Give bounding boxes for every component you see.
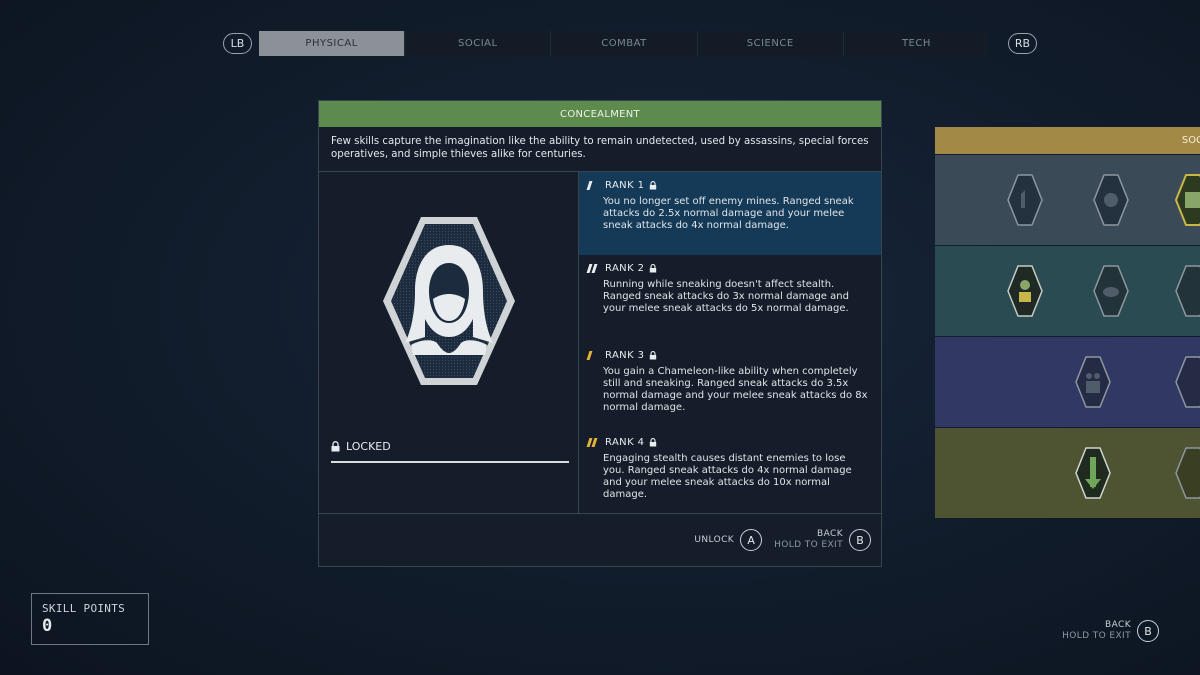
skill-node-icon[interactable]	[1175, 447, 1200, 499]
skill-description: Few skills capture the imagination like …	[319, 127, 881, 172]
back-label: BACK	[817, 529, 843, 539]
tab-science[interactable]: SCIENCE	[697, 31, 844, 56]
rank-pips	[586, 181, 600, 190]
rank-description: You gain a Chameleon-like ability when c…	[603, 366, 868, 413]
rank-1-item[interactable]: RANK 1 You no longer set off enemy mines…	[579, 172, 881, 255]
lock-icon	[650, 181, 657, 190]
rank-2-item[interactable]: RANK 2 Running while sneaking doesn't af…	[579, 255, 881, 342]
tree-row	[935, 428, 1200, 518]
lock-icon	[650, 351, 657, 360]
skill-points-box: SKILL POINTS 0	[31, 593, 149, 645]
rb-bumper-button[interactable]: RB	[1008, 33, 1037, 54]
tab-combat[interactable]: COMBAT	[551, 31, 698, 56]
b-button-icon[interactable]: B	[1137, 620, 1159, 642]
skill-node-icon[interactable]	[1075, 447, 1111, 499]
tree-row	[935, 155, 1200, 245]
rank-pips	[586, 264, 600, 273]
skill-node-icon[interactable]	[1007, 265, 1043, 317]
rank-label: RANK 1	[605, 180, 645, 191]
rank-description: Running while sneaking doesn't affect st…	[603, 279, 849, 314]
rank-description: Engaging stealth causes distant enemies …	[603, 453, 852, 500]
unlock-label: UNLOCK	[694, 534, 735, 545]
skill-badge-area: LOCKED	[319, 172, 579, 513]
skill-node-icon[interactable]	[1175, 356, 1200, 408]
rank-label: RANK 3	[605, 350, 645, 361]
skill-title: CONCEALMENT	[319, 101, 881, 127]
lock-icon	[650, 264, 657, 273]
skill-node-icon[interactable]	[1093, 174, 1129, 226]
skill-node-icon[interactable]	[1007, 174, 1043, 226]
a-button-icon[interactable]: A	[740, 529, 763, 551]
screen-back-action[interactable]: BACK HOLD TO EXIT B	[1062, 620, 1159, 642]
skill-points-label: SKILL POINTS	[42, 602, 126, 615]
locked-status: LOCKED	[331, 440, 569, 453]
skill-points-value: 0	[42, 616, 53, 636]
hooded-figure-icon	[383, 217, 515, 385]
rank-description: You no longer set off enemy mines. Range…	[603, 196, 854, 231]
lock-icon	[331, 441, 340, 452]
progress-bar	[331, 461, 569, 463]
skill-node-icon[interactable]	[1175, 174, 1200, 226]
back-action[interactable]: BACK HOLD TO EXIT B	[774, 529, 871, 551]
lb-bumper-button[interactable]: LB	[223, 33, 252, 54]
unlock-action[interactable]: UNLOCK A	[694, 529, 763, 551]
rank-4-item[interactable]: RANK 4 Engaging stealth causes distant e…	[579, 429, 881, 516]
hold-to-exit-label: HOLD TO EXIT	[774, 540, 843, 550]
rank-pips	[586, 438, 600, 447]
tree-row	[935, 246, 1200, 336]
category-tabs: PHYSICAL SOCIAL COMBAT SCIENCE TECH	[259, 31, 990, 56]
lock-icon	[650, 438, 657, 447]
b-button-icon[interactable]: B	[849, 529, 871, 551]
rank-list: RANK 1 You no longer set off enemy mines…	[579, 172, 881, 513]
rank-3-item[interactable]: RANK 3 You gain a Chameleon-like ability…	[579, 342, 881, 429]
tab-physical[interactable]: PHYSICAL	[259, 31, 406, 56]
skill-detail-panel: CONCEALMENT Few skills capture the imagi…	[318, 100, 882, 567]
tree-row	[935, 337, 1200, 427]
tab-social[interactable]: SOCIAL	[405, 31, 552, 56]
locked-label: LOCKED	[346, 440, 391, 453]
hold-to-exit-label: HOLD TO EXIT	[1062, 631, 1131, 641]
skill-node-icon[interactable]	[1175, 265, 1200, 317]
tab-tech[interactable]: TECH	[843, 31, 990, 56]
rank-label: RANK 2	[605, 263, 645, 274]
rank-pips	[586, 351, 600, 360]
back-label: BACK	[1105, 620, 1131, 630]
rank-label: RANK 4	[605, 437, 645, 448]
skill-node-icon[interactable]	[1093, 265, 1129, 317]
tree-category-header: SOCI	[935, 127, 1200, 154]
skill-node-icon[interactable]	[1075, 356, 1111, 408]
panel-footer: UNLOCK A BACK HOLD TO EXIT B	[319, 514, 881, 566]
skill-tree-preview: SOCI	[935, 127, 1200, 518]
